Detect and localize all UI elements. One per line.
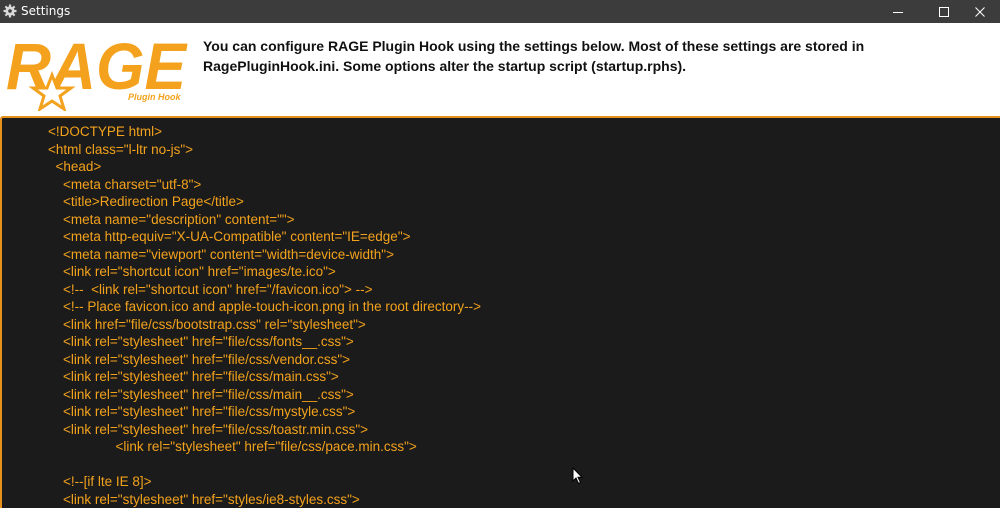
code-line: <!-- <link rel="shortcut icon" href="/fa… [48,281,373,297]
code-line: <!--[if lte IE 8]> [48,474,152,489]
settings-header: RAGE Plugin Hook You can configure RAGE … [0,23,1000,116]
code-line: <head> [48,159,102,174]
code-line: <link rel="stylesheet" href="file/css/ve… [48,351,351,367]
code-line: <link rel="stylesheet" href="file/css/ma… [48,386,354,402]
code-line: <html class="l-ltr no-js"> [48,141,193,157]
window-titlebar: Settings [0,0,1000,23]
code-lines: <!DOCTYPE html> <html class="l-ltr no-js"… [48,123,481,508]
code-line: <meta name="description" content=""> [48,211,295,227]
code-line: <meta charset="utf-8"> [48,176,202,192]
code-line: <link rel="stylesheet" href="file/css/to… [48,421,369,437]
code-line: <meta name="viewport" content="width=dev… [48,246,394,262]
minimize-button[interactable] [880,0,916,23]
code-line: <link rel="shortcut icon" href="images/t… [48,264,336,279]
code-line: <link rel="stylesheet" href="file/css/my… [48,404,356,419]
mouse-pointer-icon [572,466,584,485]
code-line: <meta http-equiv="X-UA-Compatible" conte… [48,229,411,244]
code-line: <!-- Place favicon.ico and apple-touch-i… [48,299,481,314]
gear-icon [3,4,17,18]
startup-script-editor[interactable]: <!DOCTYPE html> <html class="l-ltr no-js"… [0,116,1000,508]
close-button[interactable] [962,0,998,23]
settings-description: You can configure RAGE Plugin Hook using… [203,38,865,74]
code-line: <link href="file/css/bootstrap.css" rel=… [48,316,366,332]
window-title: Settings [21,4,71,18]
code-line: <link rel="stylesheet" href="file/css/ma… [48,369,339,384]
maximize-button[interactable] [926,0,962,23]
code-line: <link rel="stylesheet" href="file/css/pa… [48,439,417,454]
close-icon [975,6,985,17]
code-line: <!DOCTYPE html> [48,124,163,139]
logo-subtext: Plugin Hook [128,92,181,102]
minimize-icon [893,7,903,17]
code-line: <title>Redirection Page</title> [48,194,244,209]
maximize-icon [939,6,949,17]
rage-logo: RAGE Plugin Hook [4,29,192,113]
code-line: <link rel="stylesheet" href="file/css/fo… [48,334,354,349]
code-line: <link rel="stylesheet" href="styles/ie8-… [48,491,360,507]
